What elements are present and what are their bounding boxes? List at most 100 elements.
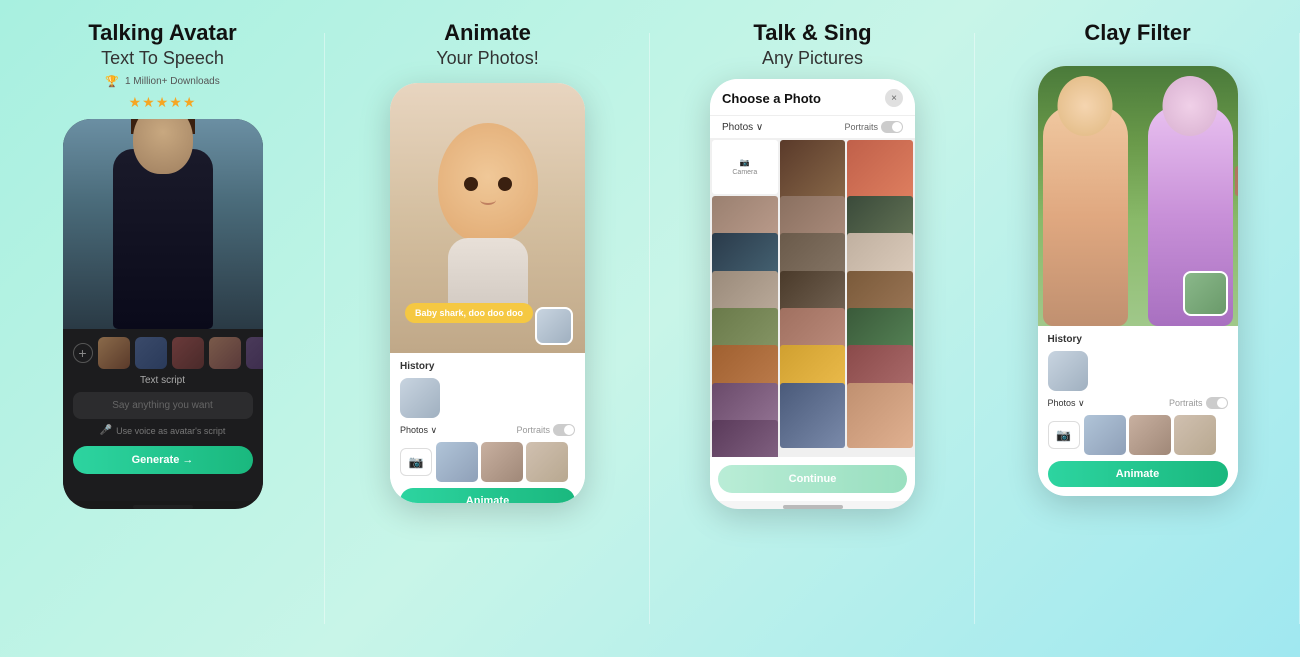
photo-grid-area: 📷 Camera	[710, 138, 915, 457]
add-avatar-button[interactable]: +	[73, 343, 93, 363]
panel1-subtitle: Text To Speech	[101, 48, 224, 69]
mic-icon: 🎤	[100, 425, 112, 436]
panel-talk-sing: Talk & Sing Any Pictures Choose a Photo …	[650, 0, 975, 657]
stars-row: ★★★★★	[129, 94, 197, 111]
portraits-label-4: Portraits	[1169, 398, 1203, 408]
photos-toggle-row: Photos ∨ Portraits	[710, 116, 915, 138]
wine-glass	[1235, 166, 1238, 196]
camera-label: Camera	[732, 169, 757, 176]
phone1-bottom: + Text script Say anything you want 🎤 Us…	[63, 329, 263, 501]
panel2-title: Animate	[444, 20, 531, 46]
clay-head-left	[1058, 76, 1113, 136]
clay-overlay-thumb	[1183, 271, 1228, 316]
close-button[interactable]: ×	[885, 89, 903, 107]
phone1-frame: + Text script Say anything you want 🎤 Us…	[63, 119, 263, 509]
text-script-label: Text script	[73, 375, 253, 386]
baby-eyes	[464, 177, 512, 191]
clay-photo-area	[1038, 66, 1238, 326]
photos-row-4: Photos ∨ Portraits	[1048, 397, 1228, 409]
baby-nose	[480, 195, 496, 205]
baby-eye-left	[464, 177, 478, 191]
photos-label-sm[interactable]: Photos ∨	[722, 122, 763, 133]
grid-thumb-3[interactable]	[526, 442, 568, 482]
history-label: History	[400, 361, 575, 372]
modal-header: Choose a Photo ×	[710, 79, 915, 116]
animate-button[interactable]: Animate	[400, 488, 575, 503]
panel-talking-avatar: Talking Avatar Text To Speech 🏆 1 Millio…	[0, 0, 325, 657]
modal-title: Choose a Photo	[722, 91, 821, 106]
grid-thumb-2[interactable]	[481, 442, 523, 482]
grid-thumb-4-2[interactable]	[1129, 415, 1171, 455]
portraits-label-3: Portraits	[844, 122, 878, 132]
camera-row-4: 📷	[1048, 415, 1228, 455]
toggle-switch-4[interactable]	[1206, 397, 1228, 409]
voice-script-row: 🎤 Use voice as avatar's script	[73, 425, 253, 436]
continue-button[interactable]: Continue	[718, 465, 907, 493]
panel4-title: Clay Filter	[1084, 20, 1190, 46]
clay-head-right	[1163, 76, 1218, 136]
baby-eye-right	[498, 177, 512, 191]
photo-cell-19[interactable]	[780, 383, 846, 449]
badge-row: 🏆 1 Million+ Downloads	[105, 75, 219, 88]
phone4-bottom: History Photos ∨ Portraits 📷 Animate	[1038, 326, 1238, 495]
toggle-switch-3[interactable]	[881, 121, 903, 133]
camera-icon-3: 📷	[740, 158, 750, 167]
toggle-switch[interactable]	[553, 424, 575, 436]
portraits-label: Portraits	[516, 425, 550, 435]
baby-photo-area: Baby shark, doo doo doo	[390, 83, 585, 353]
avatar-thumb-4[interactable]	[209, 337, 241, 369]
photos-label[interactable]: Photos ∨	[400, 425, 437, 436]
panel-animate: Animate Your Photos! Baby shark, doo doo…	[325, 0, 650, 657]
phone4-frame: History Photos ∨ Portraits 📷 Animate	[1038, 66, 1238, 496]
portraits-toggle-3: Portraits	[844, 121, 903, 133]
baby-head	[438, 123, 538, 243]
photos-label-4[interactable]: Photos ∨	[1048, 398, 1085, 409]
history-thumbnail-4[interactable]	[1048, 351, 1088, 391]
phone3-frame: Choose a Photo × Photos ∨ Portraits 📷 Ca…	[710, 79, 915, 509]
grid-thumb-1[interactable]	[436, 442, 478, 482]
portraits-toggle: Portraits	[516, 424, 575, 436]
laurel-left: 🏆	[105, 75, 119, 88]
home-indicator	[133, 505, 193, 509]
home-indicator-3	[783, 505, 843, 509]
photo-cell-21[interactable]	[712, 420, 778, 457]
avatar-thumb-5[interactable]	[246, 337, 263, 369]
grid-thumb-4-3[interactable]	[1174, 415, 1216, 455]
animate-button-4[interactable]: Animate	[1048, 461, 1228, 487]
download-badge: 1 Million+ Downloads	[125, 76, 220, 87]
photo-grid-row	[436, 442, 568, 482]
history-thumbnail[interactable]	[400, 378, 440, 418]
photo-grid-row-4	[1084, 415, 1216, 455]
camera-row: 📷	[400, 442, 575, 482]
voice-label: Use voice as avatar's script	[116, 426, 225, 436]
text-script-input[interactable]: Say anything you want	[73, 392, 253, 419]
panel3-title: Talk & Sing	[753, 20, 871, 46]
camera-icon[interactable]: 📷	[400, 448, 432, 476]
avatar-photo-area	[63, 119, 263, 329]
avatar-thumb-2[interactable]	[135, 337, 167, 369]
panel-clay-filter: Clay Filter History Photos ∨ Portraits	[975, 0, 1300, 657]
star-rating: ★★★★★	[129, 94, 197, 111]
photos-row: Photos ∨ Portraits	[400, 424, 575, 436]
generate-button[interactable]: Generate →	[73, 446, 253, 474]
panel2-subtitle: Your Photos!	[436, 48, 538, 69]
man-head	[133, 119, 193, 174]
panel1-title: Talking Avatar	[88, 20, 236, 46]
man-body	[113, 149, 213, 329]
phone3-bottom: Continue	[710, 457, 915, 501]
camera-cell[interactable]: 📷 Camera	[712, 140, 778, 193]
grid-thumb-4-1[interactable]	[1084, 415, 1126, 455]
photo-cell-20[interactable]	[847, 383, 913, 449]
history-label-4: History	[1048, 334, 1228, 345]
phone2-bottom: History Photos ∨ Portraits 📷 Animate	[390, 353, 585, 503]
small-baby-thumb	[535, 307, 573, 345]
camera-icon-4[interactable]: 📷	[1048, 421, 1080, 449]
avatar-thumb-1[interactable]	[98, 337, 130, 369]
portraits-toggle-4: Portraits	[1169, 397, 1228, 409]
speech-bubble: Baby shark, doo doo doo	[405, 303, 533, 323]
avatar-thumb-3[interactable]	[172, 337, 204, 369]
phone2-frame: Baby shark, doo doo doo History Photos ∨…	[390, 83, 585, 503]
clay-person-left	[1043, 106, 1128, 326]
thumbnail-row: +	[73, 337, 253, 369]
panel3-subtitle: Any Pictures	[762, 48, 863, 69]
